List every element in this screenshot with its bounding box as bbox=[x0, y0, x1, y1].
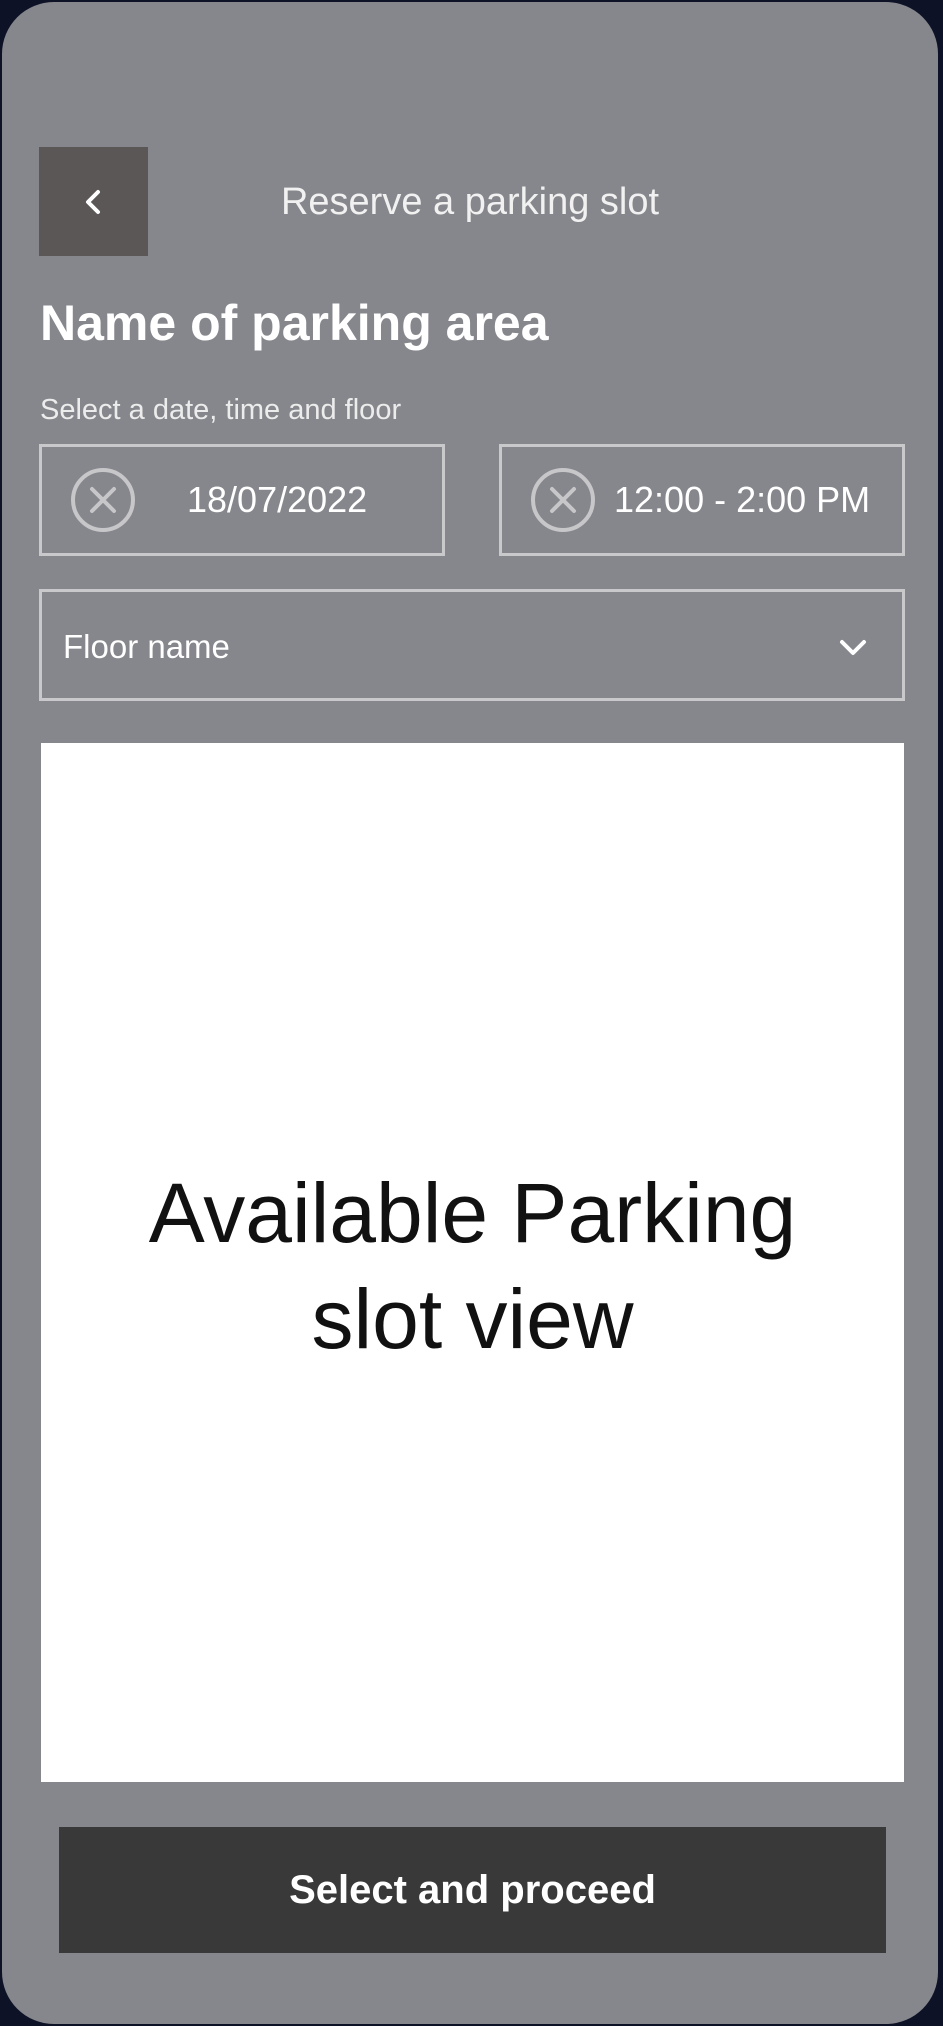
chevron-left-icon bbox=[85, 189, 100, 214]
time-field[interactable]: 12:00 - 2:00 PM bbox=[499, 444, 905, 556]
date-value: 18/07/2022 bbox=[187, 479, 368, 520]
floor-select[interactable]: Floor name bbox=[39, 589, 905, 701]
floor-placeholder: Floor name bbox=[63, 628, 230, 665]
clear-date-icon[interactable] bbox=[70, 467, 136, 533]
date-field[interactable]: 18/07/2022 bbox=[39, 444, 445, 556]
chevron-down-icon bbox=[840, 640, 866, 655]
parking-area-name: Name of parking area bbox=[40, 295, 549, 351]
mobile-screen: Reserve a parking slot Name of parking a… bbox=[2, 2, 938, 2024]
select-and-proceed-button[interactable]: Select and proceed bbox=[59, 1827, 886, 1953]
parking-slot-view[interactable]: Available Parking slot view bbox=[41, 743, 904, 1782]
clear-time-icon[interactable] bbox=[530, 467, 596, 533]
selection-helper-text: Select a date, time and floor bbox=[40, 394, 402, 426]
page-title: Reserve a parking slot bbox=[280, 181, 660, 223]
slot-view-placeholder: Available Parking slot view bbox=[148, 1165, 797, 1366]
time-value: 12:00 - 2:00 PM bbox=[614, 479, 871, 520]
back-button[interactable] bbox=[39, 147, 148, 256]
